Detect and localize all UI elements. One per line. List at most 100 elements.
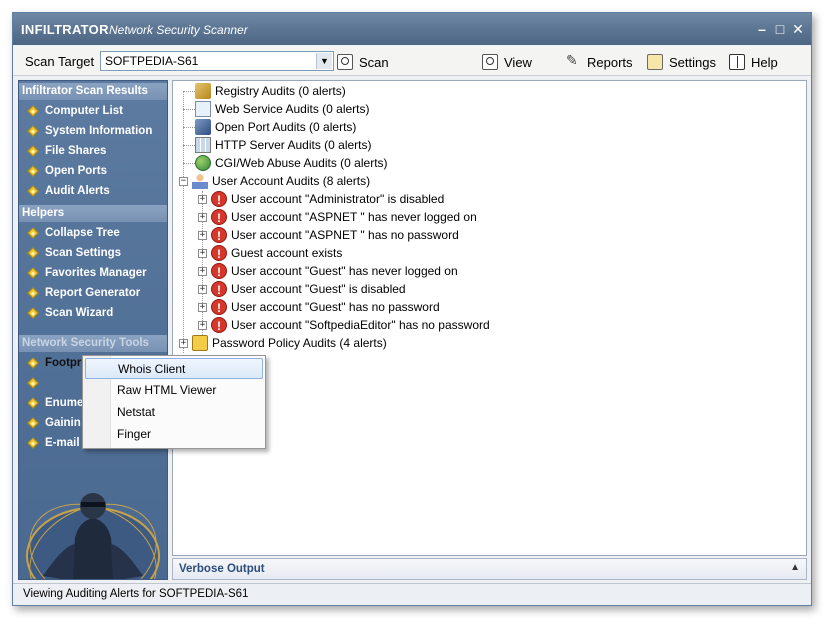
alert-icon — [211, 299, 227, 317]
tree-item-password-policy-audits[interactable]: + Password Policy Audits (4 alerts) — [179, 334, 387, 352]
tree-item-registry-audits[interactable]: Registry Audits (0 alerts) — [195, 82, 346, 100]
sidebar-item-email[interactable]: E-mail — [27, 434, 80, 452]
bullet-icon — [27, 247, 39, 259]
help-button[interactable]: Help — [729, 53, 778, 71]
sidebar-item-scan-wizard[interactable]: Scan Wizard — [27, 304, 113, 322]
reports-icon — [565, 52, 581, 70]
status-bar: Viewing Auditing Alerts for SOFTPEDIA-S6… — [13, 583, 811, 605]
reports-label: Reports — [587, 54, 633, 70]
expand-icon[interactable]: + — [198, 266, 207, 276]
expand-icon[interactable]: + — [198, 248, 207, 258]
bullet-icon — [27, 105, 39, 117]
help-book-icon — [729, 54, 745, 70]
alert-row[interactable]: +User account "SoftpediaEditor" has no p… — [198, 316, 490, 335]
scan-target-combo[interactable]: SOFTPEDIA-S61 ▼ — [100, 51, 334, 71]
alert-icon — [211, 245, 227, 263]
alert-row[interactable]: +User account "Guest" has never logged o… — [198, 262, 458, 281]
tree-item-cgi-web-abuse-audits[interactable]: CGI/Web Abuse Audits (0 alerts) — [195, 154, 388, 172]
bullet-icon — [27, 267, 39, 279]
alert-row[interactable]: +User account "ASPNET " has no password — [198, 226, 459, 245]
alert-row[interactable]: +User account "Administrator" is disable… — [198, 190, 444, 209]
expand-icon[interactable]: + — [198, 230, 207, 240]
alert-row[interactable]: +User account "Guest" is disabled — [198, 280, 406, 299]
view-button[interactable]: View — [482, 53, 532, 71]
close-button[interactable]: ✕ — [791, 22, 805, 36]
tree-item-user-account-audits[interactable]: − User Account Audits (8 alerts) — [179, 172, 370, 190]
collapse-icon[interactable]: − — [179, 176, 188, 186]
helpers-header: Helpers — [19, 205, 167, 222]
scan-target-label: Scan Target — [25, 54, 95, 69]
expand-icon[interactable]: + — [198, 194, 207, 204]
toolbar: Scan Target SOFTPEDIA-S61 ▼ Scan View Re… — [13, 46, 811, 76]
registry-icon — [195, 83, 211, 99]
sidebar-item-computer-list[interactable]: Computer List — [27, 102, 123, 120]
settings-label: Settings — [669, 54, 716, 70]
sidebar-item-system-information[interactable]: System Information — [27, 122, 152, 140]
settings-button[interactable]: Settings — [647, 53, 716, 71]
expand-icon[interactable]: + — [198, 320, 207, 330]
bullet-icon — [27, 145, 39, 157]
reports-button[interactable]: Reports — [565, 52, 633, 71]
alert-icon — [211, 191, 227, 209]
sidebar-item-favorites-manager[interactable]: Favorites Manager — [27, 264, 147, 282]
maximize-button[interactable]: □ — [773, 22, 787, 36]
scan-icon — [337, 54, 353, 70]
globe-icon — [195, 155, 211, 171]
sidebar-item-tool-2[interactable] — [27, 374, 45, 392]
chevron-down-icon[interactable]: ▼ — [316, 53, 332, 69]
audit-tree[interactable]: Registry Audits (0 alerts) Web Service A… — [172, 80, 807, 556]
alert-icon — [211, 209, 227, 227]
bullet-icon — [27, 377, 39, 389]
expand-icon[interactable]: + — [198, 212, 207, 222]
menu-item-raw-html-viewer[interactable]: Raw HTML Viewer — [85, 380, 263, 401]
verbose-output-bar[interactable]: Verbose Output ▲ — [172, 558, 807, 580]
menu-item-netstat[interactable]: Netstat — [85, 402, 263, 423]
alert-row[interactable]: +User account "Guest" has no password — [198, 298, 440, 317]
minimize-button[interactable]: – — [755, 22, 769, 36]
sidebar-item-file-shares[interactable]: File Shares — [27, 142, 106, 160]
sidebar-item-audit-alerts[interactable]: Audit Alerts — [27, 182, 110, 200]
sidebar: Infiltrator Scan Results Computer List S… — [18, 80, 168, 580]
sidebar-item-collapse-tree[interactable]: Collapse Tree — [27, 224, 120, 242]
alert-row[interactable]: +User account "ASPNET " has never logged… — [198, 208, 477, 227]
verbose-output-label: Verbose Output — [179, 563, 265, 575]
alert-icon — [211, 281, 227, 299]
sidebar-item-report-generator[interactable]: Report Generator — [27, 284, 140, 302]
bullet-icon — [27, 227, 39, 239]
menu-item-whois-client[interactable]: Whois Client — [85, 358, 263, 379]
bullet-icon — [27, 357, 39, 369]
sidebar-item-scan-settings[interactable]: Scan Settings — [27, 244, 121, 262]
scan-label: Scan — [359, 54, 389, 70]
alert-icon — [211, 263, 227, 281]
alert-icon — [211, 317, 227, 335]
tree-item-open-port-audits[interactable]: Open Port Audits (0 alerts) — [195, 118, 356, 136]
scan-target-value: SOFTPEDIA-S61 — [105, 54, 199, 68]
settings-icon — [647, 54, 663, 70]
bullet-icon — [27, 437, 39, 449]
sidebar-item-open-ports[interactable]: Open Ports — [27, 162, 107, 180]
expand-up-icon[interactable]: ▲ — [790, 562, 800, 573]
view-label: View — [504, 54, 532, 70]
tree-item-http-server-audits[interactable]: HTTP Server Audits (0 alerts) — [195, 136, 372, 154]
expand-icon[interactable]: + — [198, 302, 207, 312]
help-label: Help — [751, 54, 778, 70]
app-window: INFILTRATOR Network Security Scanner – □… — [12, 12, 812, 606]
expand-icon[interactable]: + — [179, 338, 188, 348]
sidebar-item-enumeration[interactable]: Enume — [27, 394, 83, 412]
user-icon — [192, 173, 208, 189]
menu-item-finger[interactable]: Finger — [85, 424, 263, 445]
app-subtitle: Network Security Scanner — [109, 23, 248, 37]
alert-row[interactable]: +Guest account exists — [198, 244, 342, 263]
scan-results-header: Infiltrator Scan Results — [19, 83, 167, 100]
sidebar-item-gaining[interactable]: Gainin — [27, 414, 81, 432]
tools-header: Network Security Tools — [19, 335, 167, 352]
expand-icon[interactable]: + — [198, 284, 207, 294]
title-bar: INFILTRATOR Network Security Scanner – □… — [13, 13, 811, 45]
scan-button[interactable]: Scan — [337, 53, 389, 71]
alert-icon — [211, 227, 227, 245]
bullet-icon — [27, 287, 39, 299]
bullet-icon — [27, 397, 39, 409]
http-server-icon — [195, 137, 211, 153]
bullet-icon — [27, 165, 39, 177]
tree-item-web-service-audits[interactable]: Web Service Audits (0 alerts) — [195, 100, 370, 118]
